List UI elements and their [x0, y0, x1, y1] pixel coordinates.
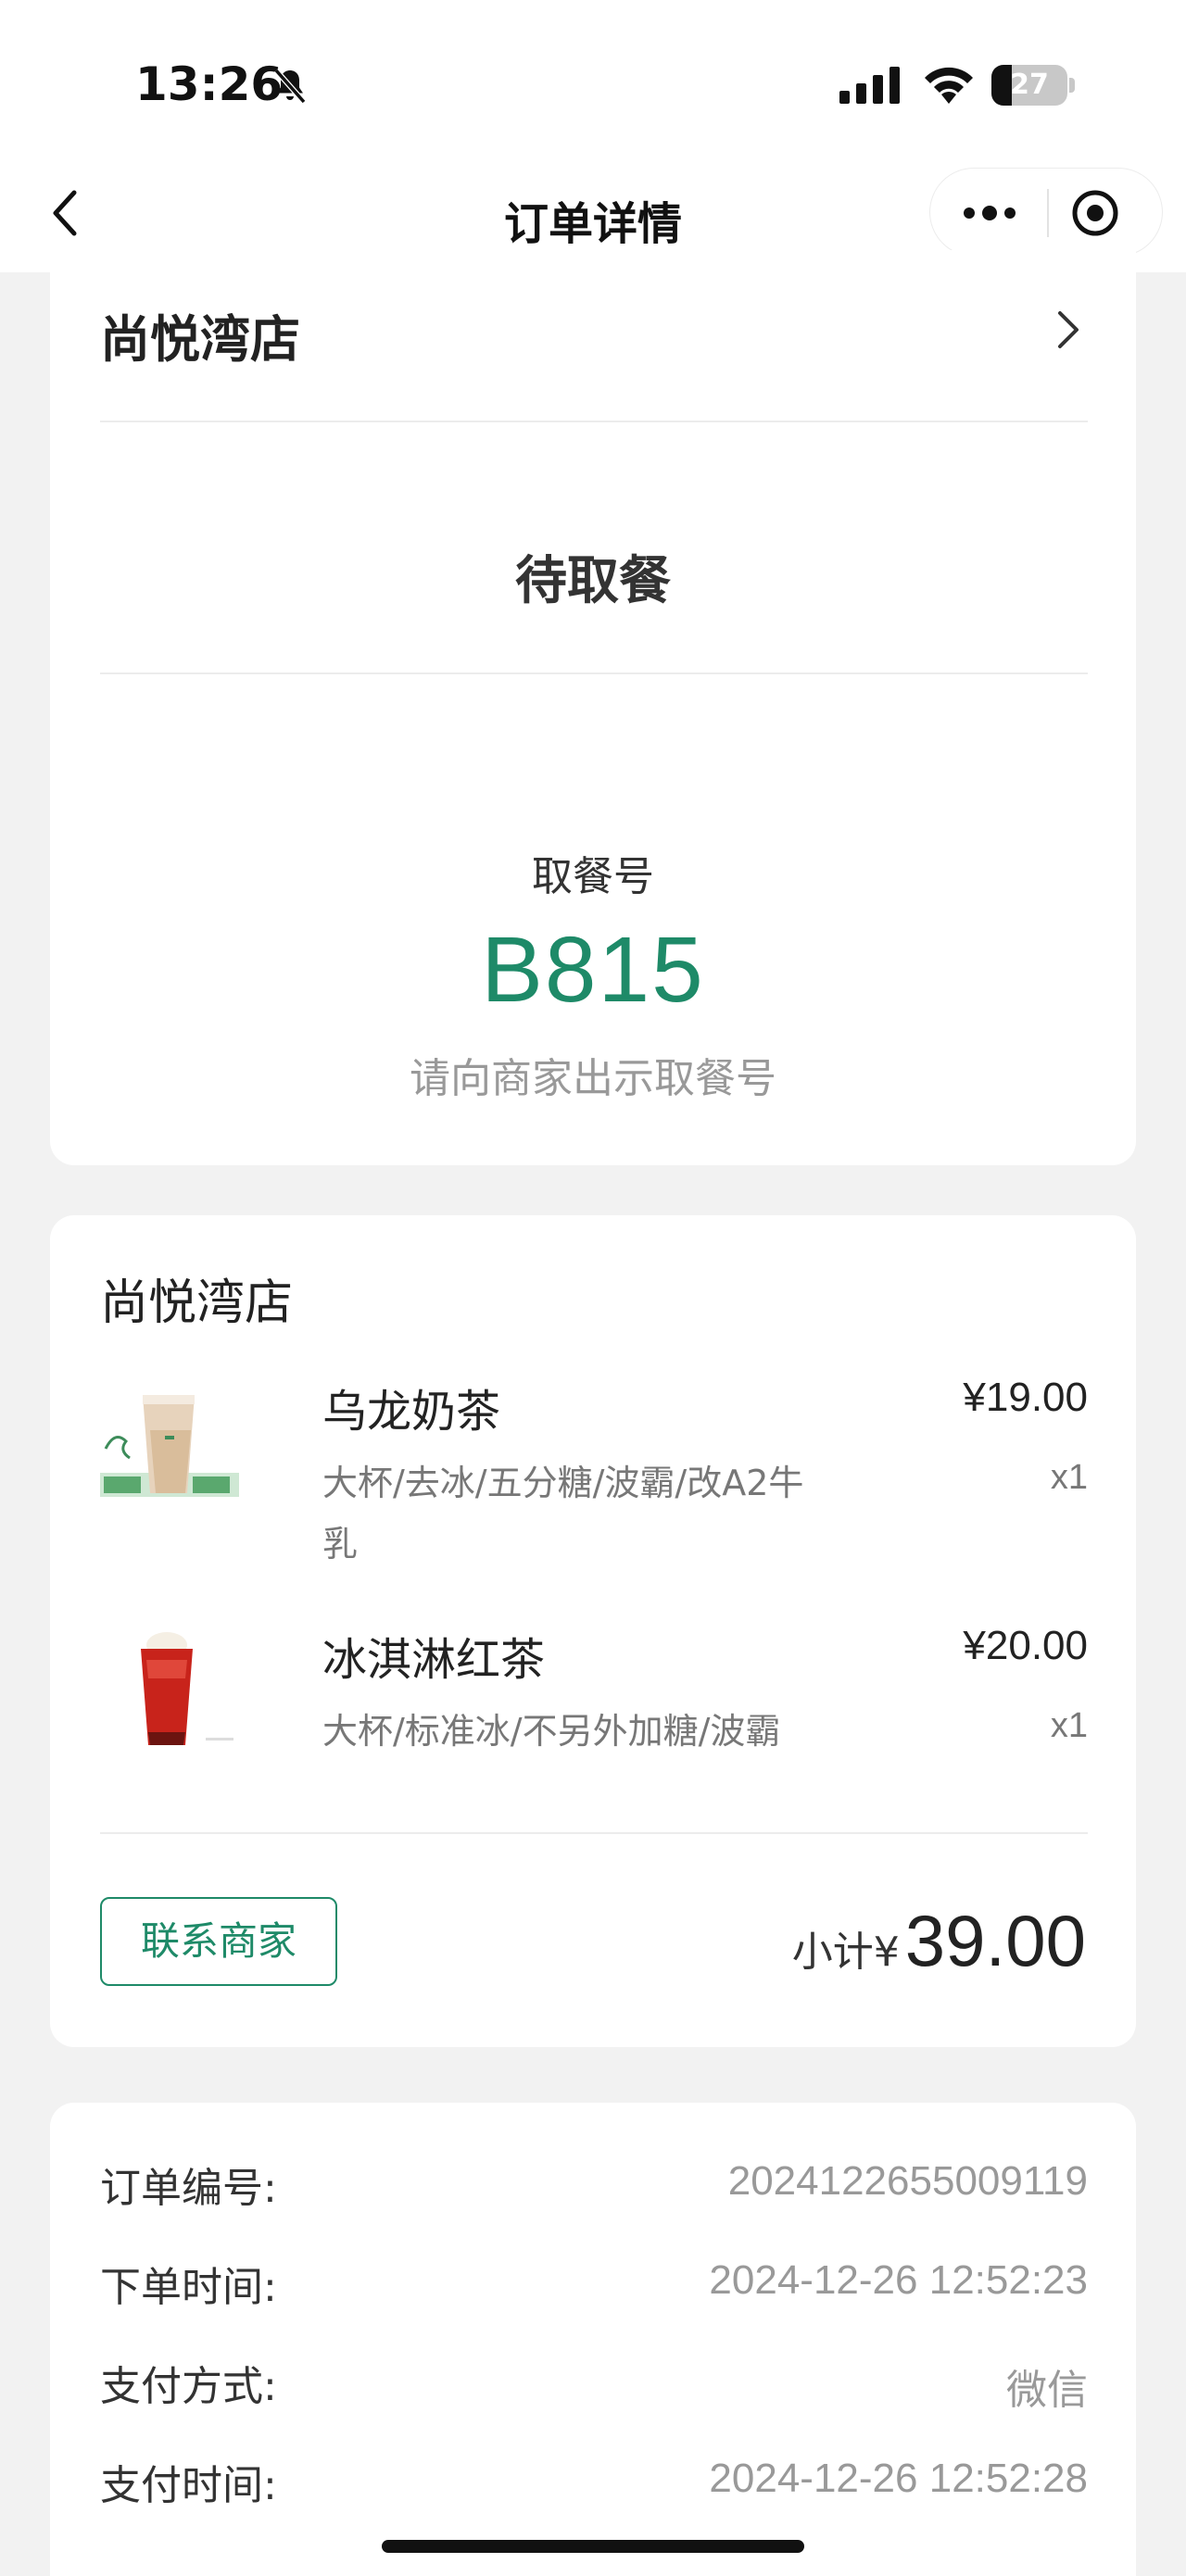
- pickup-label: 取餐号: [532, 853, 654, 900]
- bell-off-icon: [273, 69, 307, 104]
- wifi-icon: [925, 67, 973, 104]
- divider: [100, 672, 1088, 674]
- order-time-value: 2024-12-26 12:52:23: [709, 2257, 1088, 2303]
- subtotal-value: 39.00: [904, 1900, 1086, 1981]
- contact-merchant-button[interactable]: 联系商家: [100, 1897, 337, 1986]
- subtotal: 小计¥39.00: [792, 1899, 1086, 1992]
- home-indicator: [382, 2540, 804, 2553]
- payment-time-value: 2024-12-26 12:52:28: [709, 2456, 1088, 2501]
- item-price: ¥20.00: [963, 1623, 1088, 1668]
- status-bar: 13:26 27: [0, 0, 1186, 167]
- status-time: 13:26: [135, 57, 284, 111]
- payment-method-value: 微信: [1006, 2367, 1088, 2414]
- signal-icon: [839, 67, 900, 104]
- order-info-card: 订单编号: 2024122655009119 下单时间: 2024-12-26 …: [50, 2103, 1136, 2576]
- item-name: 冰淇淋红茶: [322, 1634, 546, 1686]
- item-spec: 大杯/标准冰/不另外加糖/波霸: [322, 1711, 781, 1752]
- ice-cream-black-tea-image: [141, 1632, 233, 1745]
- more-icon[interactable]: [956, 191, 1023, 235]
- list-item: 冰淇淋红茶 大杯/标准冰/不另外加糖/波霸 ¥20.00 x1: [100, 1623, 1088, 1780]
- info-label: 下单时间:: [100, 2264, 277, 2311]
- payment-method-row: 支付方式: 微信: [100, 2353, 1088, 2418]
- pickup-hint: 请向商家出示取餐号: [410, 1055, 776, 1102]
- item-price: ¥19.00: [963, 1375, 1088, 1420]
- mini-program-capsule: [929, 168, 1163, 257]
- info-label: 订单编号:: [100, 2165, 277, 2212]
- battery-text: 27: [1010, 69, 1049, 101]
- order-number-value: 2024122655009119: [727, 2158, 1088, 2204]
- item-name: 乌龙奶茶: [322, 1386, 501, 1438]
- chevron-right-icon: [1058, 311, 1079, 348]
- pickup-number: B815: [481, 918, 705, 1022]
- store-name: 尚悦湾店: [100, 1275, 294, 1331]
- order-items-card: 尚悦湾店 乌龙奶茶 大杯/去冰/五分糖/波霸/改A2牛乳 ¥19.00 x1 冰…: [50, 1215, 1136, 2047]
- item-spec: 大杯/去冰/五分糖/波霸/改A2牛乳: [322, 1463, 804, 1564]
- store-name: 尚悦湾店: [100, 310, 300, 369]
- info-label: 支付时间:: [100, 2462, 277, 2509]
- list-item: 乌龙奶茶 大杯/去冰/五分糖/波霸/改A2牛乳 ¥19.00 x1: [100, 1375, 1088, 1578]
- order-status-text: 待取餐: [515, 551, 671, 611]
- subtotal-label: 小计¥: [791, 1929, 900, 1976]
- item-qty: x1: [1050, 1458, 1088, 1497]
- order-number-row: 订单编号: 2024122655009119: [100, 2155, 1088, 2219]
- divider: [100, 421, 1088, 422]
- capsule-divider: [1047, 189, 1049, 237]
- store-row[interactable]: 尚悦湾店: [100, 298, 1088, 382]
- order-status-card: 尚悦湾店 待取餐 取餐号 B815 请向商家出示取餐号: [50, 250, 1136, 1165]
- order-time-row: 下单时间: 2024-12-26 12:52:23: [100, 2254, 1088, 2318]
- close-icon[interactable]: [1069, 187, 1121, 239]
- info-label: 支付方式:: [100, 2363, 277, 2410]
- battery-icon: 27: [991, 65, 1075, 106]
- divider: [100, 1832, 1088, 1834]
- back-icon[interactable]: [41, 185, 96, 241]
- item-qty: x1: [1050, 1706, 1088, 1745]
- payment-time-row: 支付时间: 2024-12-26 12:52:28: [100, 2452, 1088, 2517]
- oolong-milk-tea-image: [100, 1395, 239, 1497]
